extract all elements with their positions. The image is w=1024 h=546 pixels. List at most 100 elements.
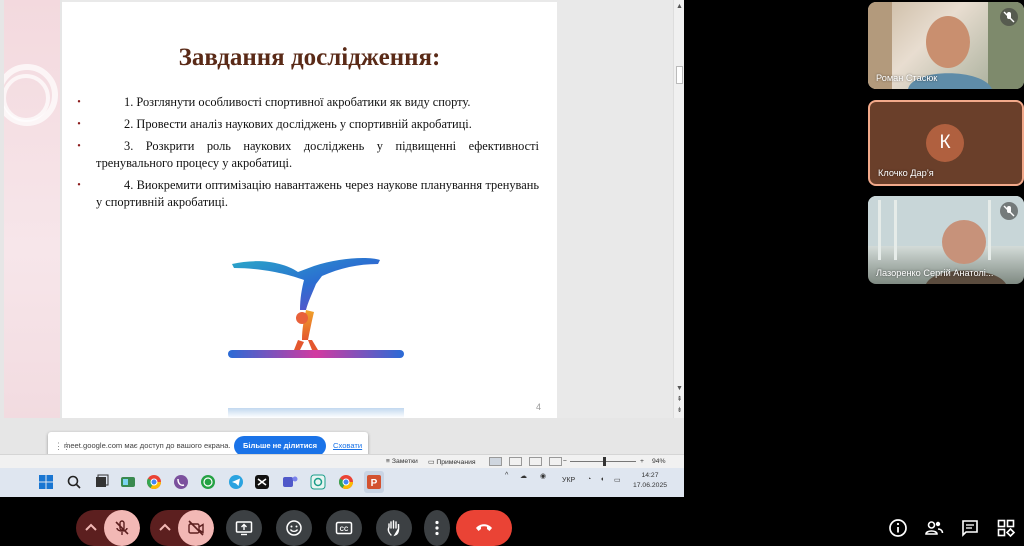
slide: Завдання дослідження: • 1. Розглянути осо… [62, 2, 557, 418]
teams-icon[interactable] [282, 474, 298, 490]
chevron-up-icon [85, 523, 97, 531]
info-icon [889, 519, 907, 537]
chat-button[interactable] [960, 518, 980, 538]
participant-tile[interactable]: Роман Стасюк [868, 2, 1024, 89]
more-options-button[interactable] [424, 510, 450, 546]
camera-control [150, 510, 214, 546]
decor-ring [4, 74, 50, 122]
svg-text:CC: CC [340, 527, 349, 533]
captions-icon: CC [335, 521, 353, 535]
slideshow-view-icon[interactable] [549, 457, 562, 466]
capcut-icon[interactable] [254, 474, 270, 490]
telegram-icon[interactable] [228, 474, 244, 490]
emoji-icon [286, 520, 302, 536]
share-message: meet.google.com має доступ до вашого екр… [64, 441, 231, 450]
clock-time: 14:27 [641, 472, 659, 479]
avatar: К [926, 124, 964, 162]
clock-date: 17.06.2025 [632, 482, 668, 489]
meet-window: Завдання дослідження: • 1. Розглянути осо… [0, 0, 1024, 546]
raise-hand-icon [387, 520, 400, 537]
chevron-up-icon [159, 523, 171, 531]
participant-mute-indicator [1000, 202, 1018, 220]
bullet-text: 2. Провести аналіз наукових досліджень у… [124, 117, 472, 131]
app-icon[interactable] [310, 474, 326, 490]
windows-taskbar: P ^ ☁ ◉ УКР ◔ ◖ ▭ 14:27 17.06.2025 [0, 468, 684, 497]
participant-tile[interactable]: Лазоренко Сергій Анатолі... [868, 196, 1024, 284]
participant-mute-indicator [1000, 8, 1018, 26]
scroll-down-icon[interactable]: ▼ [675, 384, 684, 393]
zoom-level[interactable]: 94% [652, 458, 666, 465]
zoom-slider-knob[interactable] [603, 457, 606, 466]
bullet-text: 1. Розглянути особливості спортивної акр… [124, 95, 471, 109]
camera-toggle-button[interactable] [178, 510, 214, 546]
activities-button[interactable] [996, 518, 1016, 538]
comments-label: Примечания [436, 459, 476, 466]
bullet-item: • 4. Виокремити оптимізацію навантажень ч… [77, 177, 539, 211]
slide-thumbnail[interactable] [4, 0, 60, 418]
hide-bar-link[interactable]: Сховати [333, 441, 362, 450]
app-tray-icon[interactable]: ◉ [540, 472, 546, 480]
tray-overflow-icon[interactable]: ^ [505, 472, 508, 479]
people-button[interactable] [924, 518, 944, 538]
shared-screen: Завдання дослідження: • 1. Розглянути осо… [0, 0, 684, 497]
present-icon [235, 521, 253, 536]
bullet-text: 4. Виокремити оптимізацію навантажень че… [96, 178, 539, 209]
bullet-icon: • [77, 119, 81, 130]
volume-icon[interactable]: ◖ [600, 476, 604, 483]
end-call-button[interactable] [456, 510, 512, 546]
mic-off-icon [115, 520, 129, 535]
scroll-up-icon[interactable]: ▲ [675, 2, 684, 11]
ppt-statusbar: ≡ Заметки ▭ Примечания − + 94% [0, 454, 684, 468]
stop-sharing-button[interactable]: Більше не ділитися [234, 436, 326, 456]
beam-reflection [228, 408, 404, 418]
bullet-text: 3. Розкрити роль наукових досліджень у п… [96, 139, 539, 170]
mic-toggle-button[interactable] [104, 510, 140, 546]
taskbar-clock[interactable]: 14:27 17.06.2025 [630, 471, 670, 491]
bullet-icon: • [77, 180, 81, 191]
people-icon [925, 521, 944, 535]
chrome-profile-icon[interactable] [338, 474, 354, 490]
captions-button[interactable]: CC [326, 510, 362, 546]
raise-hand-button[interactable] [376, 510, 412, 546]
comments-button[interactable]: ▭ Примечания [428, 458, 476, 466]
bullet-item: • 3. Розкрити роль наукових досліджень у … [77, 138, 539, 172]
audio-settings-button[interactable] [76, 510, 104, 546]
viber-icon[interactable] [173, 474, 189, 490]
task-view-icon[interactable] [94, 474, 110, 490]
bullet-list: • 1. Розглянути особливості спортивної ак… [77, 94, 539, 216]
windows-start-icon[interactable] [38, 474, 54, 490]
battery-icon[interactable]: ▭ [614, 476, 621, 484]
present-button[interactable] [226, 510, 262, 546]
zoom-in-icon[interactable]: + [640, 458, 644, 465]
chrome-icon[interactable] [146, 474, 162, 490]
emoji-button[interactable] [276, 510, 312, 546]
camera-off-icon [188, 520, 204, 536]
slide-page-number: 4 [535, 402, 541, 412]
whatsapp-icon[interactable] [200, 474, 216, 490]
normal-view-icon[interactable] [489, 457, 502, 466]
activities-icon [997, 519, 1016, 538]
zoom-out-icon[interactable]: − [563, 458, 567, 465]
language-indicator[interactable]: УКР [562, 477, 575, 484]
prev-slide-icon[interactable]: ⇞ [675, 395, 684, 404]
cloud-icon[interactable]: ☁ [520, 472, 527, 480]
video-settings-button[interactable] [150, 510, 178, 546]
widgets-icon[interactable] [120, 474, 136, 490]
participant-name: Лазоренко Сергій Анатолі... [876, 268, 994, 278]
reading-view-icon[interactable] [529, 457, 542, 466]
next-slide-icon[interactable]: ⇟ [675, 406, 684, 415]
scroll-thumb[interactable] [676, 66, 683, 84]
bullet-icon: • [77, 97, 81, 108]
wifi-icon[interactable]: ◔ [587, 476, 591, 483]
slide-thumbnail-panel [0, 0, 62, 418]
bullet-icon: • [77, 141, 81, 152]
vertical-scrollbar[interactable]: ▲ ▼ ⇞ ⇟ [673, 0, 684, 418]
slide-sorter-icon[interactable] [509, 457, 522, 466]
participant-name: Роман Стасюк [876, 73, 938, 83]
powerpoint-icon[interactable]: P [364, 471, 384, 493]
mic-control [76, 510, 140, 546]
search-icon[interactable] [66, 474, 82, 490]
participant-tile-active[interactable]: К Клочко Дар’я [868, 100, 1024, 186]
notes-button[interactable]: ≡ Заметки [386, 458, 418, 465]
meeting-info-button[interactable] [888, 518, 908, 538]
